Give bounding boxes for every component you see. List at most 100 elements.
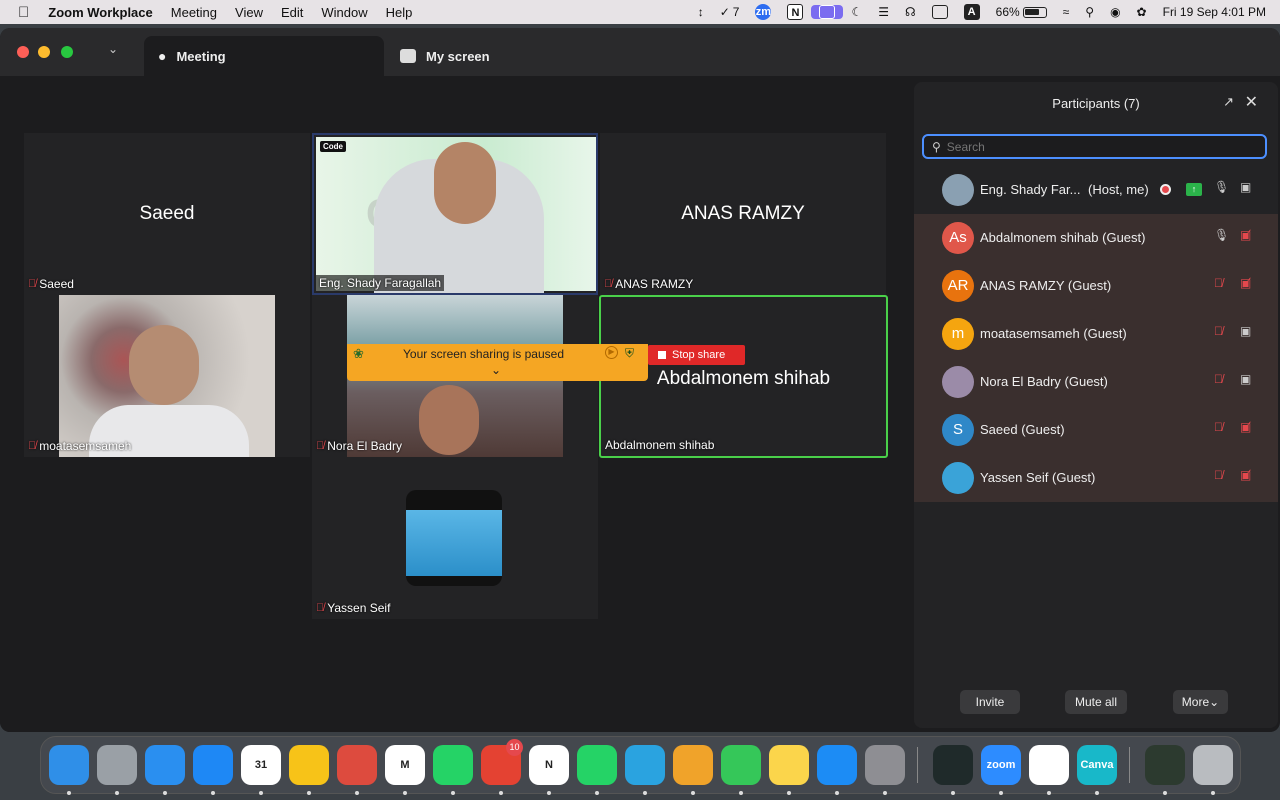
dock-gmail-icon[interactable]: M <box>385 745 425 795</box>
apple-logo-icon[interactable]:  <box>0 4 39 21</box>
pop-out-icon[interactable]: ↗ <box>1223 94 1234 110</box>
host-video-feed: Co <box>316 137 596 293</box>
check-count: 7 <box>732 5 740 19</box>
camera-off-icon[interactable]: ▣̸ <box>1240 420 1251 434</box>
menu-bar:  Zoom Workplace Meeting View Edit Windo… <box>0 0 1280 24</box>
chevron-down-icon[interactable]: ⌄ <box>491 363 501 377</box>
close-window-button[interactable] <box>17 46 29 58</box>
search-input[interactable] <box>946 139 1247 154</box>
spotlight-search-icon[interactable]: ⚲ <box>1077 5 1102 19</box>
battery-status[interactable]: 66% <box>988 5 1055 19</box>
dock-canva-icon[interactable]: Canva <box>1077 745 1117 795</box>
participant-row[interactable]: Nora El Badry (Guest) 🎙̸ ▣ <box>914 358 1278 406</box>
dock-tasks-icon[interactable] <box>1029 745 1069 795</box>
menu-help[interactable]: Help <box>377 5 422 20</box>
tab-meeting[interactable]: ● Meeting <box>144 36 384 76</box>
check-status-icon[interactable]: ✓ 7 <box>712 5 748 19</box>
siri-icon[interactable]: ✿ <box>1129 5 1155 19</box>
mic-icon[interactable]: 🎙 <box>1214 228 1229 242</box>
menu-window[interactable]: Window <box>312 5 376 20</box>
moon-icon[interactable]: ☾ <box>843 5 870 19</box>
headphones-icon[interactable]: ☊ <box>897 5 924 19</box>
layers-icon[interactable]: ☰ <box>870 5 897 19</box>
invite-button[interactable]: Invite <box>960 690 1020 714</box>
participant-row[interactable]: AR ANAS RAMZY (Guest) 🎙̸ ▣̸ <box>914 262 1278 310</box>
video-tile-host[interactable]: Co Code Eng. Shady Faragallah <box>312 133 598 295</box>
mute-all-button[interactable]: Mute all <box>1065 690 1127 714</box>
resume-icon[interactable]: ▶ <box>605 346 618 359</box>
video-tile-saeed[interactable]: Saeed 🎙̸ Saeed <box>24 133 310 295</box>
clock[interactable]: Fri 19 Sep 4:01 PM <box>1155 5 1280 19</box>
video-tile-anas[interactable]: ANAS RAMZY 🎙̸ ANAS RAMZY <box>600 133 886 295</box>
dock-whatsapp-business-icon[interactable] <box>577 745 617 795</box>
mic-muted-icon[interactable]: 🎙̸ <box>1214 468 1223 482</box>
mic-muted-icon[interactable]: 🎙̸ <box>1214 372 1223 386</box>
camera-off-icon[interactable]: ▣̸ <box>1240 228 1251 242</box>
dock-safari-icon[interactable] <box>145 745 185 795</box>
menu-view[interactable]: View <box>226 5 272 20</box>
zoom-window-button[interactable] <box>61 46 73 58</box>
camera-off-icon[interactable]: ▣̸ <box>1240 276 1251 290</box>
app-name-menu[interactable]: Zoom Workplace <box>39 5 162 20</box>
close-icon[interactable]: ✕ <box>1245 92 1258 112</box>
dock-zoom-icon[interactable]: zoom <box>981 745 1021 795</box>
dock-photos-icon[interactable] <box>673 745 713 795</box>
arrows-icon[interactable]: ↕ <box>690 5 712 19</box>
avatar <box>942 462 974 494</box>
shield-icon[interactable]: ⛨ <box>625 346 634 361</box>
stop-share-button[interactable]: Stop share <box>648 345 745 365</box>
running-indicator <box>691 791 695 795</box>
dock-chrome-icon[interactable] <box>337 745 377 795</box>
running-indicator <box>67 791 71 795</box>
mic-icon[interactable]: 🎙 <box>1214 180 1229 194</box>
input-source-icon[interactable]: A <box>956 4 988 20</box>
chevron-down-icon[interactable]: ⌄ <box>108 42 118 56</box>
dock-calendar-icon[interactable]: 31 <box>241 745 281 795</box>
dock-telegram-icon[interactable] <box>625 745 665 795</box>
video-tile-moatasem[interactable]: 🎙̸ moatasemsameh <box>24 295 310 457</box>
participant-search[interactable]: ⚲ <box>922 134 1267 159</box>
dock-notion-icon[interactable]: N <box>529 745 569 795</box>
minimize-window-button[interactable] <box>38 46 50 58</box>
dock-facetime-icon[interactable] <box>721 745 761 795</box>
camera-icon[interactable]: ▣ <box>1240 180 1251 194</box>
dock-system-settings-icon[interactable] <box>865 745 905 795</box>
dock-notes-icon[interactable] <box>769 745 809 795</box>
dock-whatsapp-icon[interactable] <box>433 745 473 795</box>
zm-status-icon[interactable]: zm <box>747 4 779 20</box>
tab-my-screen[interactable]: My screen <box>386 36 504 76</box>
more-button[interactable]: More ⌄ <box>1173 690 1228 714</box>
participant-row[interactable]: m moatasemsameh (Guest) 🎙̸ ▣ <box>914 310 1278 358</box>
control-center-icon[interactable]: ◉ <box>1102 5 1128 19</box>
wifi-icon[interactable]: ≈ <box>1055 5 1078 19</box>
dock-disk-utility-icon[interactable] <box>1145 745 1185 795</box>
camera-off-icon[interactable]: ▣̸ <box>1240 468 1251 482</box>
running-indicator <box>1211 791 1215 795</box>
video-tile-yassen[interactable]: 🎙̸ Yassen Seif <box>312 457 598 619</box>
menu-edit[interactable]: Edit <box>272 5 312 20</box>
mic-muted-icon: 🎙̸ <box>28 278 37 290</box>
dock-app-store-icon[interactable] <box>817 745 857 795</box>
dock-messenger-icon[interactable] <box>193 745 233 795</box>
mic-muted-icon[interactable]: 🎙̸ <box>1214 276 1223 290</box>
dock-finder-icon[interactable] <box>49 745 89 795</box>
participant-row[interactable]: Yassen Seif (Guest) 🎙̸ ▣̸ <box>914 454 1278 502</box>
menu-meeting[interactable]: Meeting <box>162 5 226 20</box>
dock-separator <box>917 747 918 783</box>
notion-status-icon[interactable]: N <box>779 4 811 20</box>
running-indicator <box>835 791 839 795</box>
display-icon[interactable] <box>924 5 956 19</box>
dock-launchpad-icon[interactable] <box>97 745 137 795</box>
mic-muted-icon[interactable]: 🎙̸ <box>1214 420 1223 434</box>
camera-icon[interactable]: ▣ <box>1240 324 1251 338</box>
screen-share-status-icon[interactable] <box>811 5 844 19</box>
participant-row[interactable]: S Saeed (Guest) 🎙̸ ▣̸ <box>914 406 1278 454</box>
running-indicator <box>355 791 359 795</box>
dock-trash-icon[interactable] <box>1193 745 1233 795</box>
dock-keep-icon[interactable] <box>289 745 329 795</box>
participant-row[interactable]: As Abdalmonem shihab (Guest) 🎙 ▣̸ <box>914 214 1278 262</box>
participant-row[interactable]: Eng. Shady Far... (Host, me) ↑ 🎙 ▣ <box>914 166 1278 214</box>
camera-icon[interactable]: ▣ <box>1240 372 1251 386</box>
mic-muted-icon[interactable]: 🎙̸ <box>1214 324 1223 338</box>
dock-activity-monitor-icon[interactable] <box>933 745 973 795</box>
